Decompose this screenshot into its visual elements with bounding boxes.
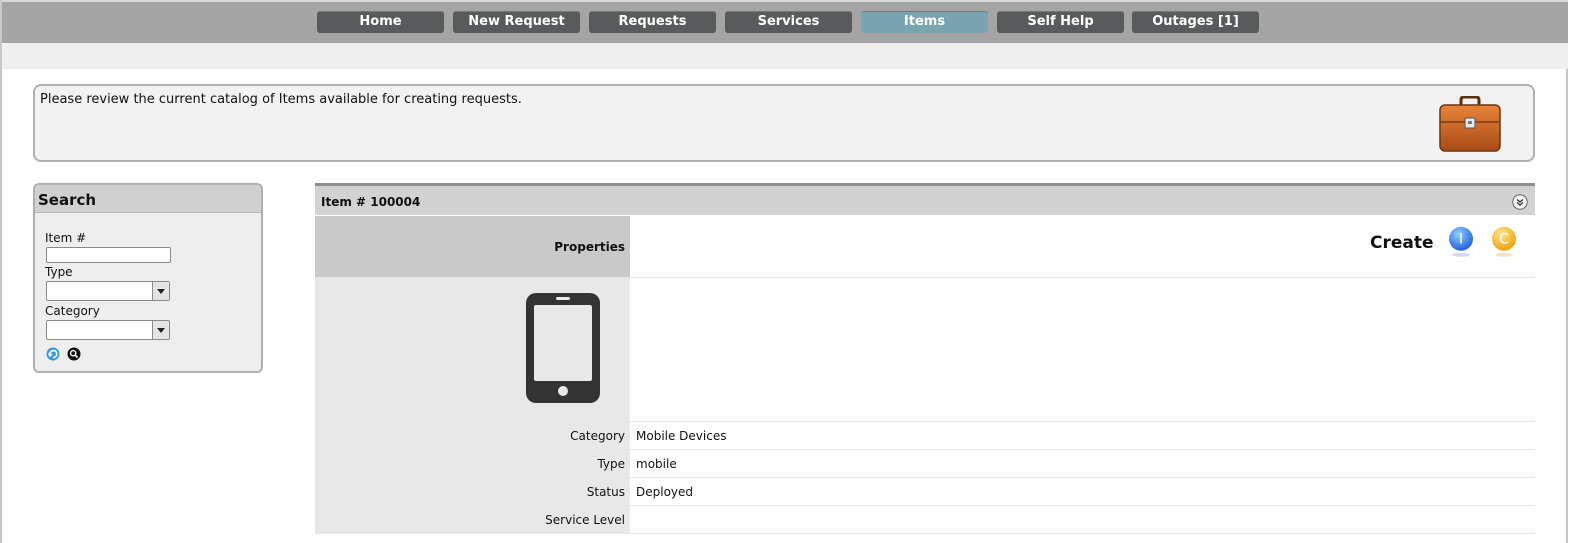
field-row-status: Status Deployed <box>315 478 1535 506</box>
category-field-label: Category <box>315 422 630 449</box>
image-row <box>315 278 1535 422</box>
collapse-icon[interactable] <box>1512 194 1528 210</box>
create-label: Create <box>1370 233 1434 253</box>
item-number-input[interactable] <box>46 247 171 263</box>
create-incident-letter: I <box>1459 232 1463 248</box>
type-label: Type <box>45 265 73 279</box>
search-title: Search <box>35 185 261 213</box>
nav-requests[interactable]: Requests <box>589 11 716 33</box>
item-panel: Item # 100004 Properties Create I C Cate… <box>315 183 1535 543</box>
nav-home[interactable]: Home <box>317 11 444 33</box>
category-select[interactable] <box>46 320 170 340</box>
type-select[interactable] <box>46 281 170 301</box>
briefcase-icon <box>1439 96 1501 152</box>
nav-outages[interactable]: Outages [1] <box>1132 11 1259 33</box>
properties-label: Properties <box>315 216 630 277</box>
field-row-category: Category Mobile Devices <box>315 422 1535 450</box>
type-field-label: Type <box>315 450 630 477</box>
item-number-label: Item # <box>45 231 87 245</box>
create-incident-icon[interactable]: I <box>1445 226 1477 258</box>
magnifier-icon[interactable] <box>67 347 81 361</box>
smartphone-icon <box>526 293 600 403</box>
service-level-field-label: Service Level <box>315 506 630 533</box>
chevron-down-icon[interactable] <box>152 321 169 339</box>
field-row-type: Type mobile <box>315 450 1535 478</box>
reset-icon[interactable] <box>46 347 60 361</box>
chevron-down-icon[interactable] <box>152 282 169 300</box>
create-change-icon[interactable]: C <box>1488 226 1520 258</box>
status-field-label: Status <box>315 478 630 505</box>
category-field-value: Mobile Devices <box>636 429 727 443</box>
info-banner: Please review the current catalog of Ite… <box>33 84 1535 162</box>
nav-new-request[interactable]: New Request <box>453 11 580 33</box>
properties-row: Properties Create I C <box>315 216 1535 278</box>
banner-text: Please review the current catalog of Ite… <box>40 92 522 107</box>
nav-self-help[interactable]: Self Help <box>997 11 1124 33</box>
search-panel: Search Item # Type Category <box>33 183 263 373</box>
nav-items[interactable]: Items <box>861 11 988 33</box>
status-field-value: Deployed <box>636 485 694 499</box>
image-cell <box>315 278 630 421</box>
type-field-value: mobile <box>636 457 677 471</box>
create-change-letter: C <box>1499 232 1509 248</box>
item-panel-header: Item # 100004 <box>315 183 1535 215</box>
sub-bar <box>2 43 1568 69</box>
item-title: Item # 100004 <box>321 195 421 209</box>
category-label: Category <box>45 304 100 318</box>
field-row-service-level: Service Level <box>315 506 1535 534</box>
nav-services[interactable]: Services <box>725 11 852 33</box>
